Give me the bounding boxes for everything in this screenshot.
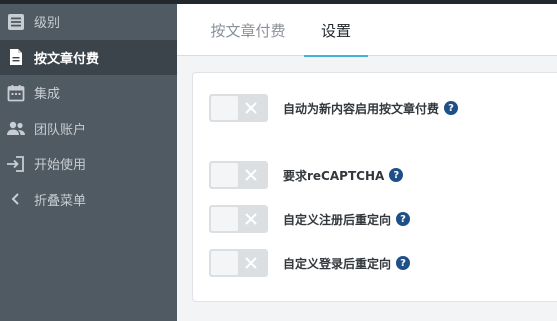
help-icon[interactable]: ? xyxy=(389,168,404,182)
close-icon xyxy=(245,169,257,181)
close-icon xyxy=(245,213,257,225)
sidebar-item-pay-per-post[interactable]: 按文章付费 xyxy=(0,39,177,75)
sidebar-item-label: 折叠菜单 xyxy=(34,193,87,209)
setting-label: 自动为新内容启用按文章付费 xyxy=(283,101,440,116)
settings-panel: 自动为新内容启用按文章付费 ? 要求reCAPTCHA ? 自定义注册后重定向 … xyxy=(192,72,557,302)
help-icon[interactable]: ? xyxy=(444,101,459,115)
setting-label: 自定义登录后重定向 xyxy=(283,256,392,271)
setting-row: 要求reCAPTCHA ? xyxy=(209,161,404,189)
register-redirect-toggle[interactable] xyxy=(209,205,268,233)
setting-row: 自定义注册后重定向 ? xyxy=(209,205,411,233)
tab-bar: 按文章付费 设置 xyxy=(177,4,557,57)
sidebar-item-getting-started[interactable]: 开始使用 xyxy=(0,146,177,182)
document-icon xyxy=(6,47,26,67)
sidebar-item-label: 团队账户 xyxy=(34,122,87,138)
sidebar-item-levels[interactable]: 级别 xyxy=(0,4,177,40)
sign-in-icon xyxy=(6,154,26,174)
toggle-knob xyxy=(211,96,238,120)
help-icon[interactable]: ? xyxy=(396,212,411,226)
setting-row: 自定义登录后重定向 ? xyxy=(209,249,411,277)
sidebar-item-label: 集成 xyxy=(34,87,61,103)
setting-label: 要求reCAPTCHA xyxy=(283,168,385,183)
close-icon xyxy=(245,102,257,114)
users-icon xyxy=(6,118,26,138)
recaptcha-toggle[interactable] xyxy=(209,161,268,189)
sidebar-item-integrations[interactable]: 集成 xyxy=(0,75,177,111)
setting-label: 自定义注册后重定向 xyxy=(283,212,392,227)
toggle-knob xyxy=(211,207,238,231)
chevron-left-icon xyxy=(6,189,26,209)
sidebar-item-team-accounts[interactable]: 团队账户 xyxy=(0,111,177,147)
sidebar-item-label: 级别 xyxy=(34,16,61,32)
list-icon xyxy=(6,12,26,32)
login-redirect-toggle[interactable] xyxy=(209,249,268,277)
toggle-knob xyxy=(211,251,238,275)
toggle-knob xyxy=(211,163,238,187)
collapse-menu-button[interactable]: 折叠菜单 xyxy=(0,182,177,218)
sidebar-item-label: 开始使用 xyxy=(34,158,87,174)
sidebar-item-label: 按文章付费 xyxy=(34,51,100,67)
tab-pay-per-post[interactable]: 按文章付费 xyxy=(203,4,293,56)
main-content: 按文章付费 设置 自动为新内容启用按文章付费 ? 要求reCAPTCHA ? 自… xyxy=(177,4,557,321)
close-icon xyxy=(245,257,257,269)
calendar-icon xyxy=(6,83,26,103)
auto-enable-toggle[interactable] xyxy=(209,94,268,122)
sidebar: 级别 按文章付费 集成 团队账户 开始使用 折叠菜单 xyxy=(0,4,177,321)
help-icon[interactable]: ? xyxy=(396,256,411,270)
tab-settings[interactable]: 设置 xyxy=(304,4,368,57)
setting-row: 自动为新内容启用按文章付费 ? xyxy=(209,94,459,122)
